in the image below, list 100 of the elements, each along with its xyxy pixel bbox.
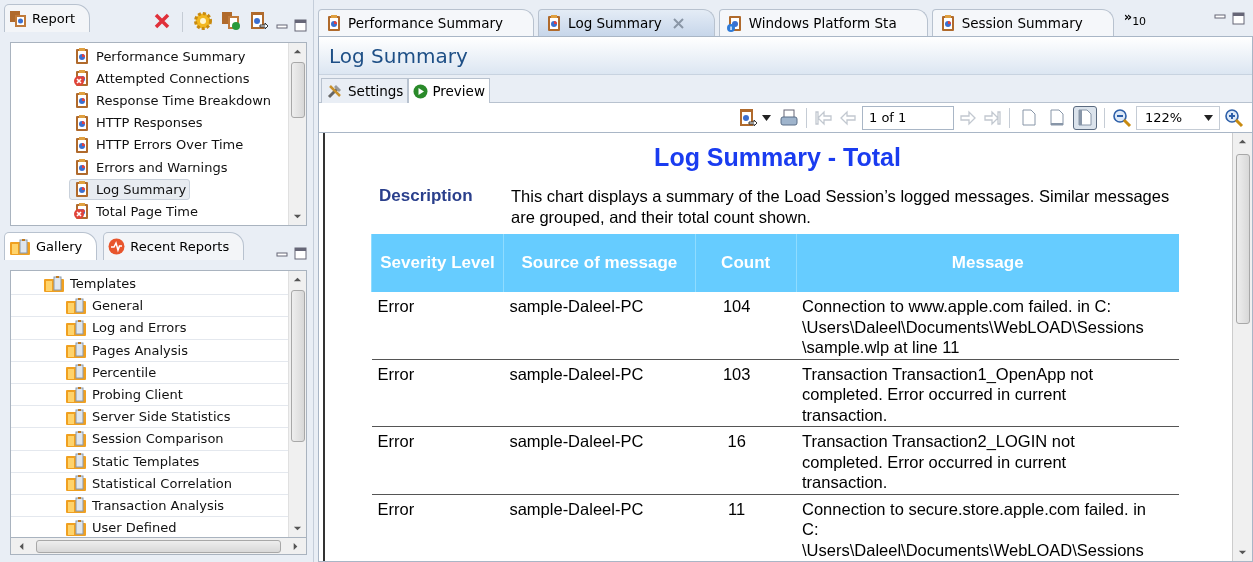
minimize-icon[interactable] [1214, 11, 1226, 22]
scrollbar-thumb[interactable] [290, 62, 305, 118]
editor-tab[interactable]: Session Summary [931, 9, 1114, 36]
template-item[interactable]: Server Side Statistics [61, 406, 235, 428]
editor-tab[interactable]: Log Summary [538, 9, 715, 36]
report-icon [73, 91, 91, 110]
reports-icon [9, 9, 27, 28]
export-icon[interactable] [738, 107, 758, 128]
report-tab[interactable]: Report [4, 4, 91, 32]
caret-icon[interactable] [762, 114, 771, 121]
pulse-icon [108, 238, 126, 255]
maximize-icon[interactable] [294, 247, 307, 260]
sub-tab[interactable]: Settings [321, 78, 409, 103]
table-cell: 16 [695, 426, 797, 494]
template-item[interactable]: Session Comparison [61, 428, 228, 450]
template-item[interactable]: Statistical Correlation [61, 472, 237, 494]
scrollbar-thumb[interactable] [1235, 154, 1250, 324]
table-cell: sample-Daleel-PC [503, 359, 696, 427]
caret-icon [1204, 114, 1213, 121]
column-header: Severity Level [371, 234, 504, 292]
table-cell: sample-Daleel-PC [503, 426, 696, 494]
report-item[interactable]: Log Summary [69, 178, 191, 200]
report-item[interactable]: Attempted Connections [69, 67, 254, 89]
template-item[interactable]: Pages Analysis [61, 339, 192, 361]
template-folder-icon [65, 318, 87, 337]
template-folder-icon [65, 452, 87, 471]
column-header: Count [695, 234, 797, 292]
template-item[interactable]: User Defined [61, 517, 181, 537]
template-folder-icon [65, 429, 87, 448]
template-item[interactable]: Static Templates [61, 450, 204, 472]
scroll-down-icon[interactable] [293, 524, 302, 533]
template-item[interactable]: Percentile [61, 361, 161, 383]
template-folder-icon [65, 518, 87, 537]
template-folder-icon [65, 496, 87, 515]
scroll-up-icon[interactable] [1238, 137, 1247, 146]
export-report-icon[interactable] [249, 11, 269, 31]
zoom-out-icon[interactable] [1112, 107, 1132, 128]
sub-tab[interactable]: Preview [408, 78, 490, 103]
page-field[interactable]: 1 of 1 [862, 105, 954, 130]
table-cell: Error [371, 494, 504, 561]
panel-tab[interactable]: Recent Reports [103, 232, 245, 260]
scroll-right-icon[interactable] [291, 541, 300, 551]
template-item[interactable]: Log and Errors [61, 317, 191, 339]
print-icon[interactable] [779, 107, 799, 128]
more-tabs-button[interactable]: »$_{10}$ [1117, 8, 1153, 28]
failed-report-icon [73, 69, 91, 88]
description-label: Description [378, 186, 474, 207]
scroll-left-icon[interactable] [17, 541, 26, 551]
page-layout-button[interactable] [1073, 105, 1097, 130]
table-cell: Error [371, 426, 504, 494]
report-item[interactable]: Total Page Time [69, 200, 202, 222]
maximize-icon[interactable] [1232, 11, 1245, 25]
template-item[interactable]: Probing Client [61, 384, 187, 406]
report-item[interactable]: Response Time Breakdown [69, 89, 276, 111]
settings-icon[interactable] [193, 11, 213, 31]
minimize-icon[interactable] [276, 22, 288, 32]
template-folder-icon [65, 474, 87, 493]
table-cell: Transaction Transaction2_LOGIN not completed. Error occurred in current transaction. [796, 426, 1179, 494]
template-item[interactable]: Templates [39, 273, 141, 295]
tools-icon [326, 82, 344, 100]
delete-icon[interactable] [154, 13, 170, 29]
description-text: This chart displays a summary of the Load Session’s logged messages. Similar messages are grouped, and their total count shown. [511, 186, 1171, 228]
close-icon[interactable] [672, 17, 684, 29]
table-cell: Error [371, 359, 504, 427]
report-item[interactable]: Performance Summary [69, 45, 250, 67]
editor-tab[interactable]: Performance Summary [318, 9, 535, 36]
report-icon [73, 135, 91, 154]
run-reports-icon[interactable] [221, 11, 241, 31]
table-cell: Connection to www.apple.com failed. in C: \Users\Daleel\Documents\WebLOAD\Sessions \sample.wlp at line 11 [796, 292, 1179, 359]
table-cell: 103 [695, 359, 797, 427]
zoom-dropdown[interactable]: 122% [1136, 105, 1220, 130]
minimize-icon[interactable] [276, 250, 288, 260]
report-item[interactable]: HTTP Responses [69, 112, 207, 134]
play-icon [413, 83, 429, 99]
column-header: Message [796, 234, 1179, 292]
scroll-up-icon[interactable] [293, 275, 302, 284]
scroll-down-icon[interactable] [293, 212, 302, 221]
scrollbar-thumb[interactable] [36, 539, 281, 553]
zoom-in-icon[interactable] [1224, 107, 1244, 128]
template-folder-icon [43, 274, 65, 293]
template-item[interactable]: General [61, 295, 148, 317]
table-cell: 104 [695, 292, 797, 359]
table-cell: 11 [695, 494, 797, 561]
report-item[interactable]: Errors and Warnings [69, 156, 232, 178]
scrollbar-thumb[interactable] [290, 290, 305, 442]
report-item[interactable]: HTTP Errors Over Time [69, 134, 248, 156]
maximize-icon[interactable] [294, 19, 307, 32]
table-cell: Transaction Transaction1_OpenApp not completed. Error occurred in current transaction. [796, 359, 1179, 427]
panel-tab[interactable]: Gallery [4, 232, 98, 260]
template-folder-icon [65, 363, 87, 382]
report-icon [73, 113, 91, 132]
template-folder-icon [65, 296, 87, 315]
template-item[interactable]: Transaction Analysis [61, 494, 229, 516]
table-cell: Connection to secure.store.apple.com failed. in C: \Users\Daleel\Documents\WebLOAD\Sessions [796, 494, 1179, 561]
scroll-down-icon[interactable] [1238, 548, 1247, 557]
table-cell: sample-Daleel-PC [503, 494, 696, 561]
column-header: Source of message [503, 234, 696, 292]
table-cell: sample-Daleel-PC [503, 292, 696, 359]
editor-tab[interactable]: Windows Platform Sta [718, 9, 928, 36]
scroll-up-icon[interactable] [293, 47, 302, 56]
